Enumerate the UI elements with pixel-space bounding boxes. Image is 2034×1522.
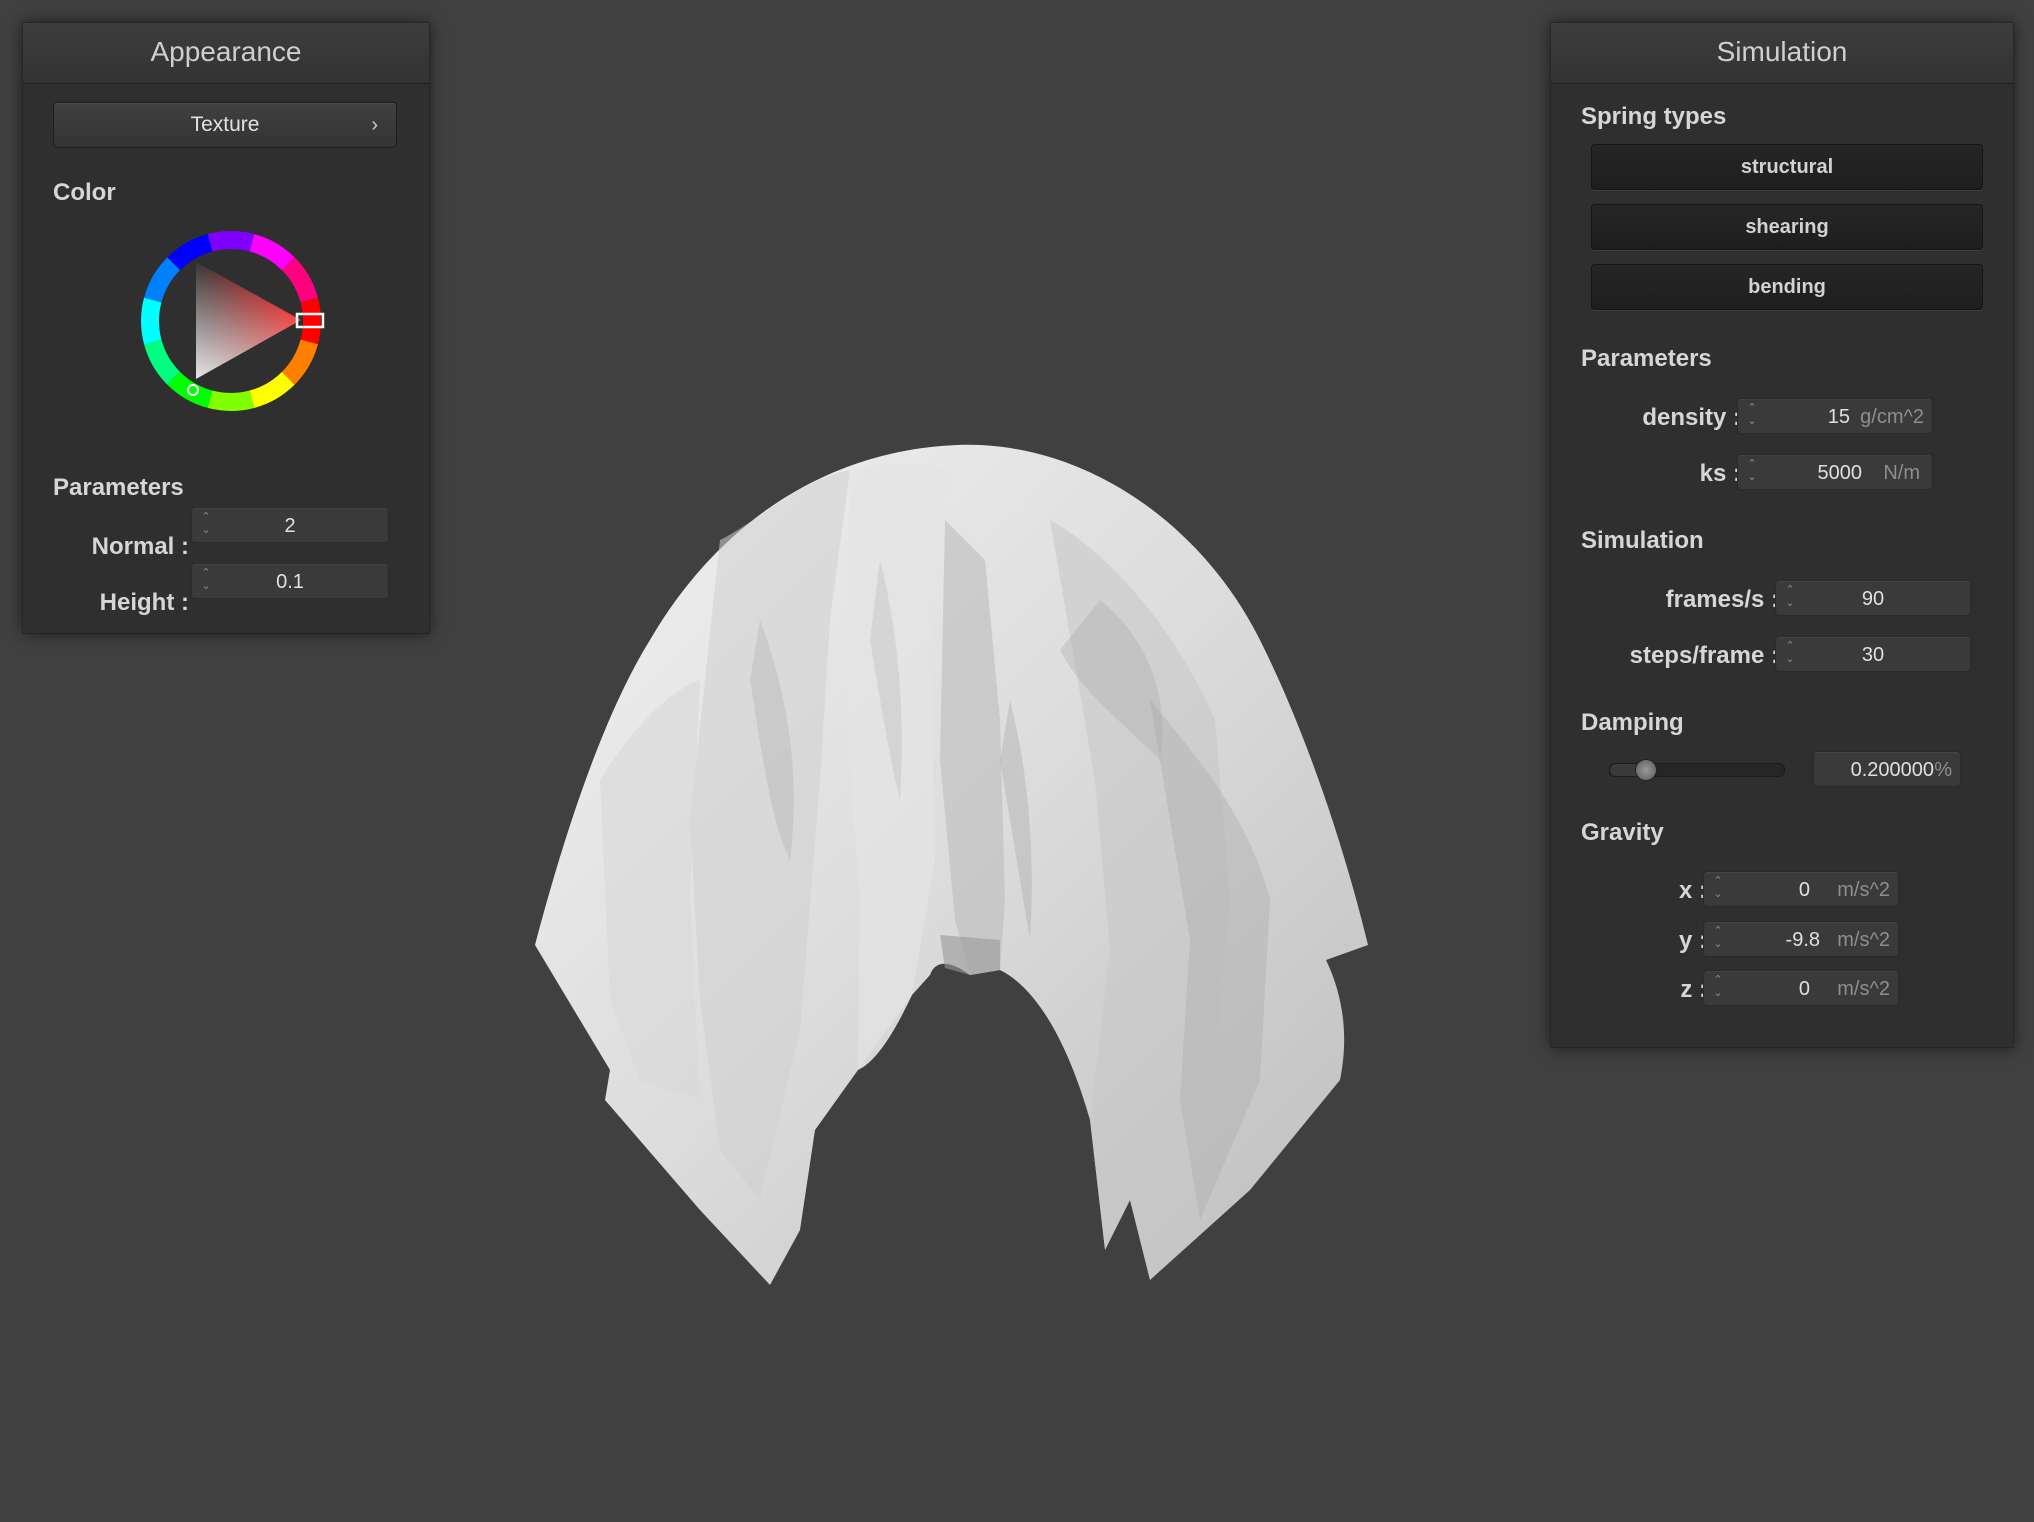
gravity-z-label: z : <box>1680 976 1707 1003</box>
fps-label: frames/s : <box>1665 586 1779 613</box>
damping-slider[interactable] <box>1609 759 1785 781</box>
ks-spinbox[interactable]: ⌃ ⌄ 5000 N/m <box>1737 454 1933 490</box>
spin-arrows-icon[interactable]: ⌃ ⌄ <box>1712 925 1724 953</box>
density-unit: g/cm^2 <box>1860 406 1924 428</box>
chevron-right-icon: › <box>371 114 378 136</box>
density-spinbox[interactable]: ⌃ ⌄ 15 g/cm^2 <box>1737 398 1933 434</box>
damping-unit: % <box>1934 759 1952 781</box>
gravity-z-unit: m/s^2 <box>1837 978 1890 1000</box>
steps-spinbox[interactable]: ⌃ ⌄ 30 <box>1775 636 1971 672</box>
sim-parameters-label: Parameters <box>1581 345 1712 372</box>
ks-value: 5000 <box>1817 462 1863 484</box>
texture-button[interactable]: Texture › <box>53 102 397 148</box>
shearing-button[interactable]: shearing <box>1591 204 1983 250</box>
height-label: Height : <box>99 589 189 616</box>
gravity-z-spinbox[interactable]: ⌃ ⌄ 0 m/s^2 <box>1703 970 1899 1006</box>
fps-value: 90 <box>1861 588 1885 610</box>
spin-arrows-icon[interactable]: ⌃ ⌄ <box>1746 458 1758 486</box>
gravity-x-value: 0 <box>1798 879 1810 901</box>
gravity-x-label: x : <box>1678 877 1707 904</box>
density-label: density : <box>1642 404 1741 431</box>
simulation-section-label: Simulation <box>1581 527 1704 554</box>
simulation-title: Simulation <box>1551 23 2013 84</box>
ks-label: ks : <box>1699 460 1741 487</box>
appearance-panel: Appearance Texture › Color Parameters No… <box>22 22 430 634</box>
normal-label: Normal : <box>91 533 189 560</box>
texture-button-label: Texture <box>190 113 260 136</box>
gravity-y-spinbox[interactable]: ⌃ ⌄ -9.8 m/s^2 <box>1703 921 1899 957</box>
viewport[interactable]: Appearance Texture › Color Parameters No… <box>0 0 2034 1522</box>
gravity-x-spinbox[interactable]: ⌃ ⌄ 0 m/s^2 <box>1703 871 1899 907</box>
height-value: 0.1 <box>276 571 304 593</box>
normal-spinbox[interactable]: ⌃ ⌄ 2 <box>191 507 389 543</box>
steps-label: steps/frame : <box>1629 642 1779 669</box>
steps-value: 30 <box>1861 644 1885 666</box>
damping-slider-handle[interactable] <box>1634 759 1657 781</box>
simulation-panel: Simulation Spring types structural shear… <box>1550 22 2014 1048</box>
appearance-parameters-label: Parameters <box>53 474 184 501</box>
ks-unit: N/m <box>1883 462 1920 484</box>
gravity-y-label: y : <box>1678 927 1707 954</box>
spin-arrows-icon[interactable]: ⌃ ⌄ <box>1712 875 1724 903</box>
gravity-y-unit: m/s^2 <box>1837 929 1890 951</box>
color-label: Color <box>53 179 116 206</box>
appearance-title: Appearance <box>23 23 429 84</box>
height-spinbox[interactable]: ⌃ ⌄ 0.1 <box>191 563 389 599</box>
damping-value: 0.200000 <box>1850 759 1934 781</box>
color-wheel[interactable] <box>131 221 331 421</box>
gravity-y-value: -9.8 <box>1785 929 1820 951</box>
gravity-label: Gravity <box>1581 819 1664 846</box>
fps-spinbox[interactable]: ⌃ ⌄ 90 <box>1775 580 1971 616</box>
spin-arrows-icon[interactable]: ⌃ ⌄ <box>1746 402 1758 430</box>
spring-types-label: Spring types <box>1581 103 1727 130</box>
spin-arrows-icon[interactable]: ⌃ ⌄ <box>1712 974 1724 1002</box>
gravity-z-value: 0 <box>1798 978 1810 1000</box>
bending-button[interactable]: bending <box>1591 264 1983 310</box>
normal-value: 2 <box>284 515 296 537</box>
structural-button[interactable]: structural <box>1591 144 1983 190</box>
saturation-triangle[interactable] <box>196 262 301 379</box>
density-value: 15 <box>1827 406 1850 428</box>
damping-value-box[interactable]: 0.200000 % <box>1813 751 1961 787</box>
gravity-x-unit: m/s^2 <box>1837 879 1890 901</box>
damping-label: Damping <box>1581 709 1684 736</box>
